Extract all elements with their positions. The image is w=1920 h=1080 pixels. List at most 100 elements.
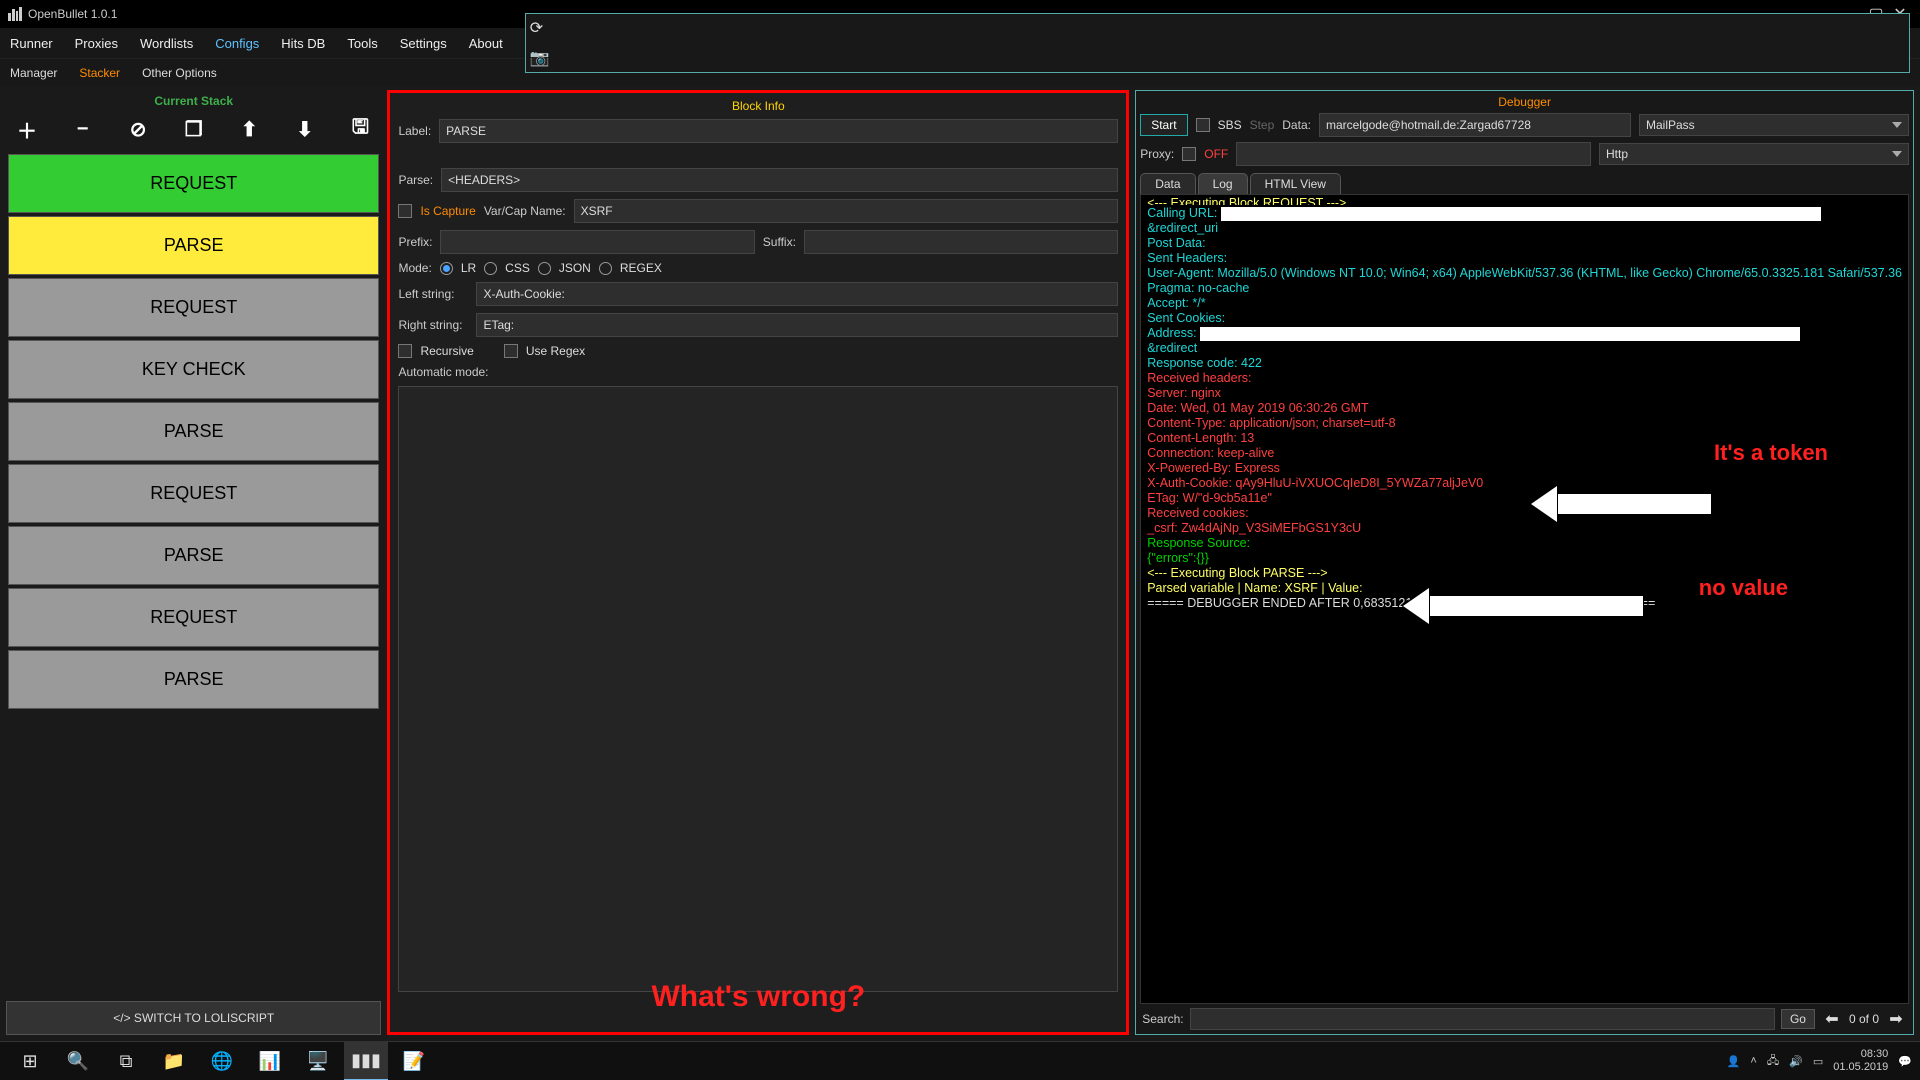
mode-radio-css[interactable] (484, 262, 497, 275)
rightstr-label: Right string: (398, 318, 468, 332)
search-icon[interactable]: 🔍 (56, 1042, 100, 1080)
suffix-label: Suffix: (763, 235, 796, 249)
submenu-stacker[interactable]: Stacker (79, 66, 120, 80)
stack-block[interactable]: PARSE (8, 216, 379, 275)
go-button[interactable]: Go (1781, 1009, 1815, 1029)
search-next-icon[interactable]: ➡ (1885, 1008, 1907, 1030)
stack-block[interactable]: REQUEST (8, 464, 379, 523)
search-label: Search: (1142, 1012, 1183, 1026)
disable-icon[interactable]: ⊘ (123, 114, 153, 144)
annotation-token: It's a token (1714, 445, 1828, 460)
stack-block[interactable]: PARSE (8, 402, 379, 461)
tray-people-icon[interactable]: 👤 (1727, 1055, 1741, 1068)
proxy-input[interactable] (1236, 142, 1591, 166)
explorer-icon[interactable]: 📁 (152, 1042, 196, 1080)
menu-runner[interactable]: Runner (10, 36, 53, 51)
app1-icon[interactable]: 📊 (248, 1042, 292, 1080)
stack-title: Current Stack (6, 90, 381, 112)
parse-label: Parse: (398, 173, 433, 187)
log-output[interactable]: <--- Executing Block REQUEST --->Calling… (1140, 194, 1909, 1004)
recursive-checkbox[interactable] (398, 344, 412, 358)
move-down-icon[interactable]: ⬇ (290, 114, 320, 144)
openbullet-icon[interactable]: ▮▮▮ (344, 1042, 388, 1080)
menu-settings[interactable]: Settings (400, 36, 447, 51)
app-logo-icon (8, 7, 22, 21)
prefix-input[interactable] (440, 230, 754, 254)
menubar: Runner Proxies Wordlists Configs Hits DB… (0, 28, 1920, 58)
tab-htmlview[interactable]: HTML View (1250, 173, 1341, 194)
annotation-novalue: no value (1699, 580, 1788, 595)
menu-proxies[interactable]: Proxies (75, 36, 118, 51)
stack-block[interactable]: REQUEST (8, 278, 379, 337)
menu-configs[interactable]: Configs (215, 36, 259, 51)
save-icon[interactable]: 🖫 (345, 114, 375, 144)
add-icon[interactable]: ＋ (12, 114, 42, 144)
start-button[interactable]: Start (1140, 114, 1187, 136)
move-up-icon[interactable]: ⬆ (234, 114, 264, 144)
tab-data[interactable]: Data (1140, 173, 1195, 194)
submenu-manager[interactable]: Manager (10, 66, 57, 80)
tab-log[interactable]: Log (1198, 173, 1248, 194)
taskview-icon[interactable]: ⧉ (104, 1042, 148, 1080)
iscapture-checkbox[interactable] (398, 204, 412, 218)
varcap-input[interactable] (574, 199, 1119, 223)
mode-radio-regex[interactable] (599, 262, 612, 275)
data-type-select[interactable]: MailPass (1639, 114, 1909, 136)
stack-block[interactable]: REQUEST (8, 154, 379, 213)
clock[interactable]: 08:30 01.05.2019 (1833, 1048, 1888, 1074)
proxy-type-select[interactable]: Http (1599, 143, 1909, 165)
chrome-icon[interactable]: 🌐 (200, 1042, 244, 1080)
stack-block[interactable]: PARSE (8, 526, 379, 585)
parse-input[interactable] (441, 168, 1118, 192)
sbs-label: SBS (1218, 118, 1242, 132)
remove-icon[interactable]: − (68, 114, 98, 144)
data-input[interactable] (1319, 113, 1631, 137)
automode-box[interactable] (398, 386, 1118, 992)
submenu-other[interactable]: Other Options (142, 66, 217, 80)
tray-up-icon[interactable]: ˄ (1750, 1055, 1756, 1067)
suffix-input[interactable] (804, 230, 1118, 254)
copy-icon[interactable]: ❐ (179, 114, 209, 144)
search-count: 0 of 0 (1849, 1012, 1879, 1026)
taskbar: ⊞ 🔍 ⧉ 📁 🌐 📊 🖥️ ▮▮▮ 📝 👤 ˄ 🖧 🔊 ▭ 08:30 01.… (0, 1041, 1920, 1080)
tray-volume-icon[interactable]: 🔊 (1789, 1055, 1803, 1068)
proxy-off-label: OFF (1204, 147, 1228, 161)
mode-radio-json[interactable] (538, 262, 551, 275)
step-button[interactable]: Step (1250, 118, 1275, 132)
tray-network-icon[interactable]: 🖧 (1767, 1052, 1779, 1071)
useregex-label: Use Regex (526, 344, 585, 358)
label-input[interactable] (439, 119, 1118, 143)
proxy-checkbox[interactable] (1182, 147, 1196, 161)
block-info-title: Block Info (398, 99, 1118, 119)
stack-block[interactable]: KEY CHECK (8, 340, 379, 399)
menu-wordlists[interactable]: Wordlists (140, 36, 193, 51)
automode-label: Automatic mode: (398, 365, 488, 379)
start-icon[interactable]: ⊞ (8, 1042, 52, 1080)
mode-lr-label: LR (461, 261, 476, 275)
prefix-label: Prefix: (398, 235, 432, 249)
mode-regex-label: REGEX (620, 261, 662, 275)
iscapture-label: Is Capture (420, 204, 475, 218)
notepad-icon[interactable]: 📝 (392, 1042, 436, 1080)
notifications-icon[interactable]: 💬 (1898, 1055, 1912, 1068)
leftstr-label: Left string: (398, 287, 468, 301)
search-prev-icon[interactable]: ⬅ (1821, 1008, 1843, 1030)
useregex-checkbox[interactable] (504, 344, 518, 358)
menu-tools[interactable]: Tools (347, 36, 377, 51)
app2-icon[interactable]: 🖥️ (296, 1042, 340, 1080)
stack-block[interactable]: REQUEST (8, 588, 379, 647)
menu-hitsdb[interactable]: Hits DB (281, 36, 325, 51)
switch-loliscript-button[interactable]: </> SWITCH TO LOLISCRIPT (6, 1001, 381, 1035)
stack-block[interactable]: PARSE (8, 650, 379, 709)
leftstr-input[interactable] (476, 282, 1118, 306)
menu-about[interactable]: About (469, 36, 503, 51)
camera-icon[interactable]: 📷 (530, 48, 1905, 68)
sbs-checkbox[interactable] (1196, 118, 1210, 132)
stack-panel: Current Stack ＋ − ⊘ ❐ ⬆ ⬇ 🖫 REQUESTPARSE… (6, 90, 381, 1035)
tray-lang-icon[interactable]: ▭ (1813, 1055, 1823, 1068)
mode-radio-lr[interactable] (440, 262, 453, 275)
mode-json-label: JSON (559, 261, 591, 275)
refresh-icon[interactable]: ⟳ (530, 18, 1905, 38)
search-input[interactable] (1190, 1008, 1775, 1030)
rightstr-input[interactable] (476, 313, 1118, 337)
